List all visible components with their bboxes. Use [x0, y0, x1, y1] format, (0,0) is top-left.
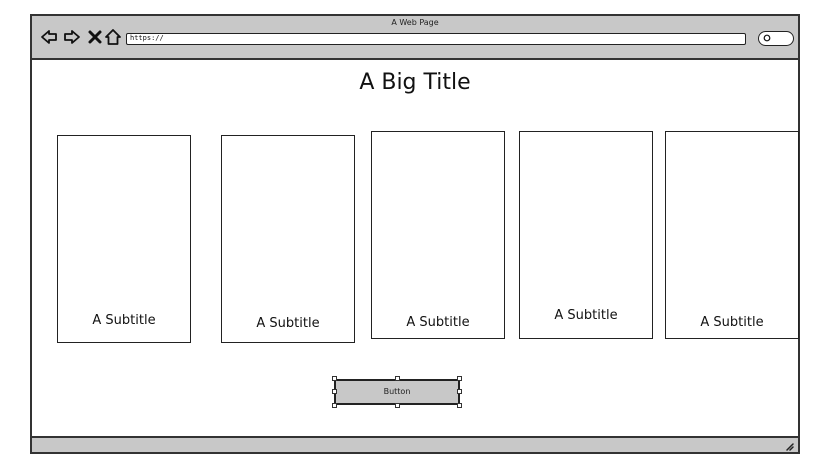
- browser-toolbar: A Web Page https://: [32, 16, 798, 60]
- forward-arrow-icon[interactable]: [63, 28, 81, 46]
- card: A Subtitle: [665, 131, 799, 339]
- primary-button[interactable]: Button: [334, 379, 460, 405]
- card-subtitle: A Subtitle: [554, 308, 618, 323]
- resize-handle[interactable]: [332, 389, 337, 394]
- resize-handle[interactable]: [395, 376, 400, 381]
- resize-handle[interactable]: [395, 403, 400, 408]
- resize-handle[interactable]: [457, 403, 462, 408]
- status-bar: [32, 436, 798, 452]
- url-input[interactable]: https://: [126, 33, 746, 45]
- browser-window: A Web Page https:// A Big Title A Subtit…: [30, 14, 800, 454]
- page-content: A Big Title A Subtitle A Subtitle A Subt…: [32, 60, 799, 438]
- resize-handle[interactable]: [457, 376, 462, 381]
- resize-grip-icon[interactable]: [784, 441, 794, 451]
- card: A Subtitle: [57, 135, 191, 343]
- back-arrow-icon[interactable]: [40, 28, 58, 46]
- window-title: A Web Page: [391, 18, 439, 27]
- page-title: A Big Title: [359, 70, 471, 95]
- card-subtitle: A Subtitle: [256, 316, 320, 331]
- resize-handle[interactable]: [332, 403, 337, 408]
- resize-handle[interactable]: [457, 389, 462, 394]
- card-subtitle: A Subtitle: [406, 315, 470, 330]
- close-icon[interactable]: [86, 28, 104, 46]
- card-subtitle: A Subtitle: [700, 315, 764, 330]
- search-input[interactable]: [758, 31, 794, 46]
- card: A Subtitle: [371, 131, 505, 339]
- button-selection: Button: [332, 376, 462, 408]
- search-icon: [763, 34, 771, 42]
- resize-handle[interactable]: [332, 376, 337, 381]
- home-icon[interactable]: [104, 28, 122, 46]
- card: A Subtitle: [221, 135, 355, 343]
- card: A Subtitle: [519, 131, 653, 339]
- card-subtitle: A Subtitle: [92, 313, 156, 328]
